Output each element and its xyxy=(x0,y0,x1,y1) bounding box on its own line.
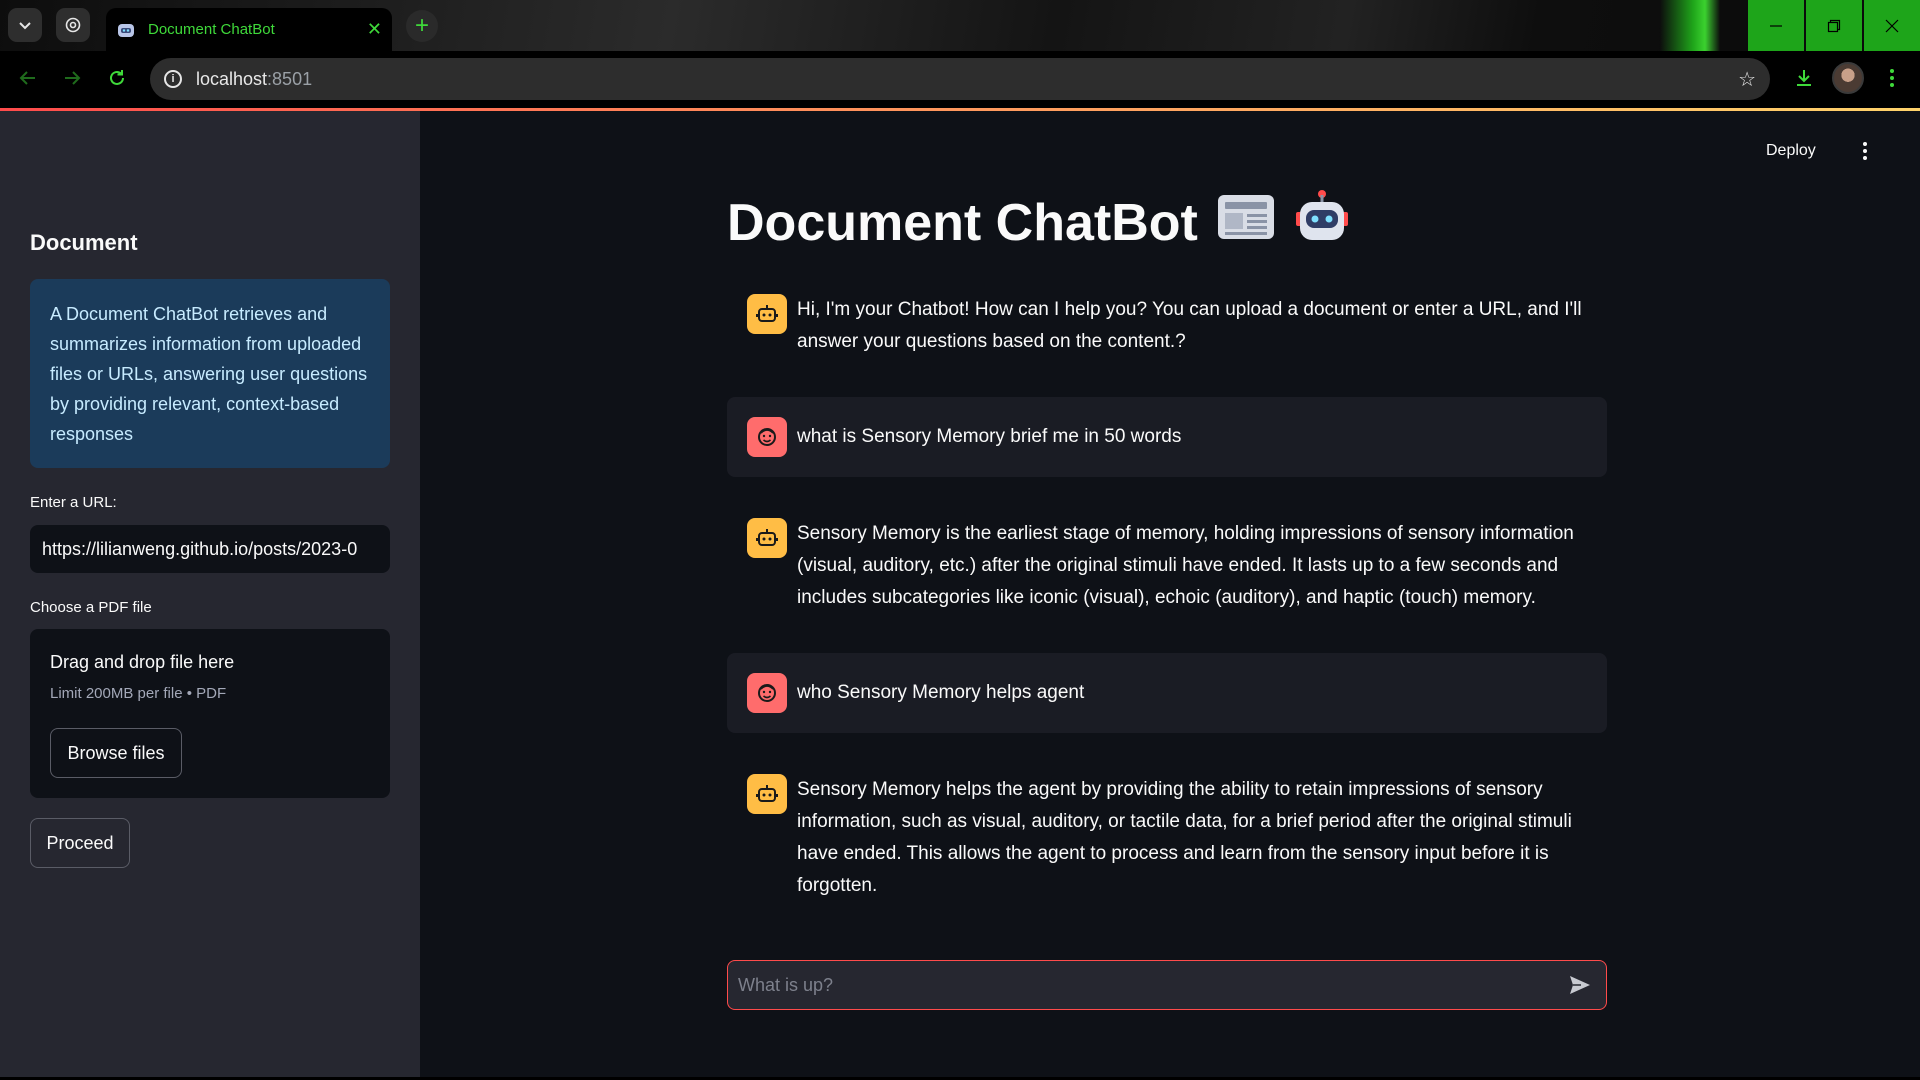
message-text: Sensory Memory is the earliest stage of … xyxy=(797,523,1574,608)
arrow-left-icon xyxy=(19,71,35,85)
address-bar[interactable]: i localhost:8501 ☆ xyxy=(150,58,1770,100)
bot-avatar-icon xyxy=(747,294,787,334)
chevron-down-icon xyxy=(19,22,31,30)
minimize-button[interactable] xyxy=(1748,0,1804,51)
more-vertical-icon xyxy=(1890,69,1894,87)
chat-input[interactable] xyxy=(738,974,1564,996)
url-input[interactable]: https://lilianweng.github.io/posts/2023-… xyxy=(30,525,390,573)
send-icon xyxy=(1570,976,1590,994)
browse-files-button[interactable]: Browse files xyxy=(50,728,182,778)
download-icon xyxy=(1797,70,1811,86)
downloads-button[interactable] xyxy=(1788,62,1820,94)
page-title-text: Document ChatBot xyxy=(727,193,1198,252)
deploy-button[interactable]: Deploy xyxy=(1766,142,1816,160)
dropzone-limit: Limit 200MB per file • PDF xyxy=(50,685,227,702)
back-button[interactable] xyxy=(12,62,44,94)
page-title: Document ChatBot xyxy=(727,188,1350,257)
dropzone-title: Drag and drop file here xyxy=(50,652,235,672)
more-vertical-icon xyxy=(1863,142,1867,160)
site-info-icon[interactable]: i xyxy=(164,70,182,88)
message-text: Sensory Memory helps the agent by provid… xyxy=(797,779,1572,896)
chat-message-user: what is Sensory Memory brief me in 50 wo… xyxy=(727,397,1607,477)
newspaper-icon xyxy=(1216,189,1276,256)
robot-icon xyxy=(1294,188,1350,257)
extension-tab-button[interactable] xyxy=(56,8,90,42)
user-avatar-icon xyxy=(747,417,787,457)
reload-icon xyxy=(110,70,124,85)
reload-button[interactable] xyxy=(101,62,133,94)
chat-message-assistant: Sensory Memory is the earliest stage of … xyxy=(727,508,1607,620)
user-avatar-icon xyxy=(747,673,787,713)
chat-message-assistant: Sensory Memory helps the agent by provid… xyxy=(727,764,1607,908)
robot-favicon-icon xyxy=(118,23,134,37)
minimize-icon xyxy=(1770,24,1782,27)
tab-search-button[interactable] xyxy=(8,8,42,42)
close-window-button[interactable] xyxy=(1864,0,1920,51)
chat-message-user: who Sensory Memory helps agent xyxy=(727,653,1607,733)
browser-menu-button[interactable] xyxy=(1880,62,1904,94)
proceed-button[interactable]: Proceed xyxy=(30,818,130,868)
sidebar-title: Document xyxy=(30,230,138,255)
openai-icon xyxy=(65,17,81,33)
restore-button[interactable] xyxy=(1806,0,1862,51)
close-icon xyxy=(1885,19,1899,32)
message-text: who Sensory Memory helps agent xyxy=(797,682,1085,703)
message-text: Hi, I'm your Chatbot! How can I help you… xyxy=(797,299,1582,352)
tab-document-chatbot[interactable]: Document ChatBot ✕ xyxy=(106,8,392,51)
chat-message-assistant: Hi, I'm your Chatbot! How can I help you… xyxy=(727,284,1607,364)
message-text: what is Sensory Memory brief me in 50 wo… xyxy=(797,426,1182,447)
info-box: A Document ChatBot retrieves and summari… xyxy=(30,279,390,468)
sidebar xyxy=(0,111,420,1080)
forward-button[interactable] xyxy=(56,62,88,94)
bot-avatar-icon xyxy=(747,518,787,558)
wallpaper-glow xyxy=(1660,0,1720,51)
chat-input-box xyxy=(727,960,1607,1010)
restore-icon xyxy=(1827,19,1841,32)
main-menu-button[interactable] xyxy=(1862,140,1868,168)
arrow-right-icon xyxy=(65,71,81,85)
tab-title: Document ChatBot xyxy=(148,21,275,38)
bookmark-star-icon[interactable]: ☆ xyxy=(1738,67,1756,92)
pdf-label: Choose a PDF file xyxy=(30,599,152,616)
url-text[interactable]: localhost:8501 xyxy=(196,69,1738,90)
profile-avatar[interactable] xyxy=(1832,62,1864,94)
send-button[interactable] xyxy=(1564,969,1596,1001)
url-label: Enter a URL: xyxy=(30,494,117,511)
close-tab-icon[interactable]: ✕ xyxy=(367,19,382,40)
bot-avatar-icon xyxy=(747,774,787,814)
new-tab-button[interactable]: + xyxy=(406,10,438,42)
